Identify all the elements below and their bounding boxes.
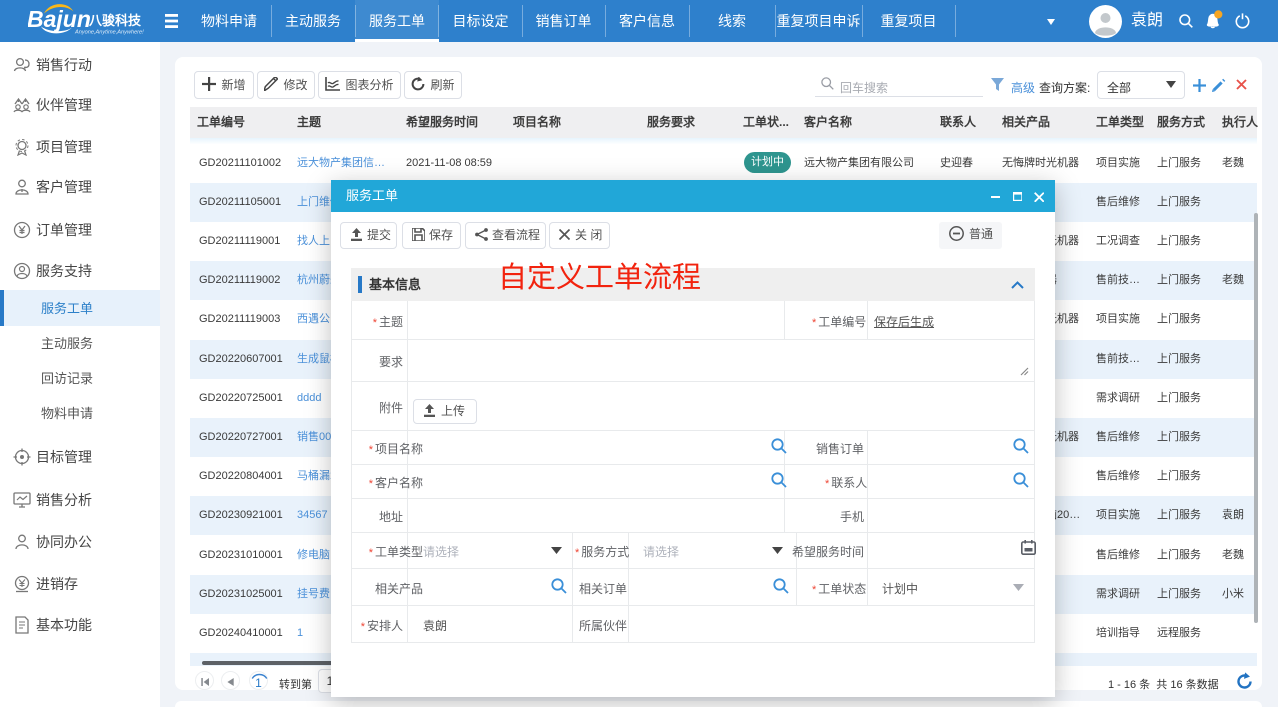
svg-text:Bajun: Bajun — [28, 6, 91, 32]
svg-text:Anyone,Anytime,Anywhere!: Anyone,Anytime,Anywhere! — [74, 30, 144, 36]
svg-text:八骏科技: 八骏科技 — [88, 13, 142, 28]
